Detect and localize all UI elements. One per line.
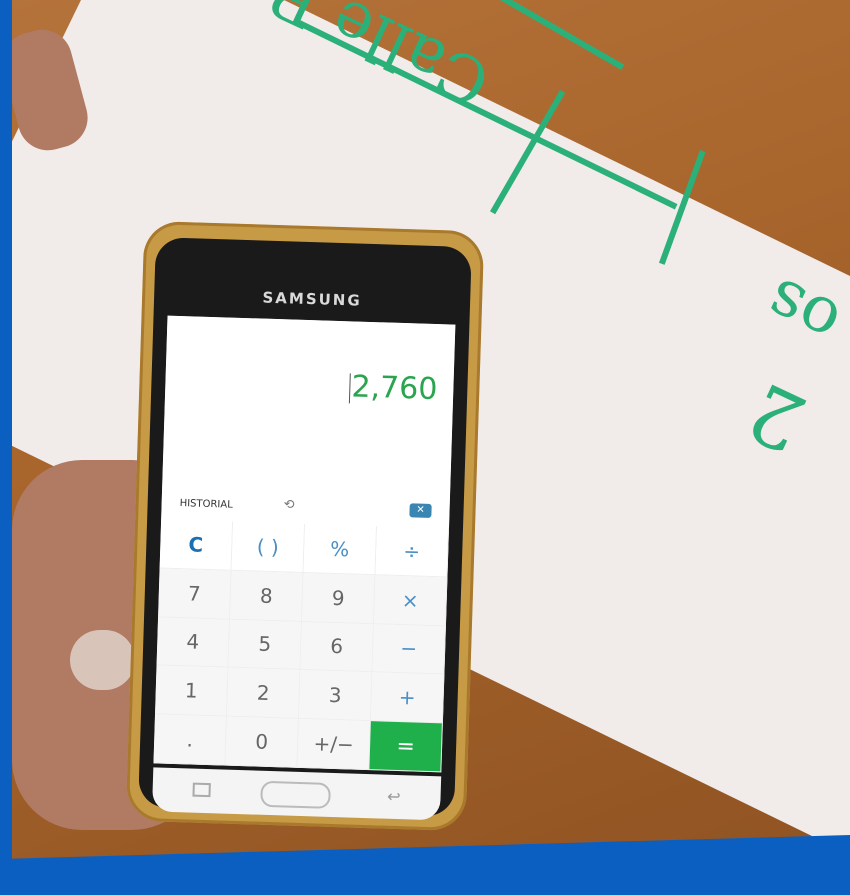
history-button[interactable]: HISTORIAL bbox=[179, 498, 232, 511]
decimal-button[interactable]: . bbox=[153, 714, 227, 766]
rotate-icon[interactable]: ⟲ bbox=[283, 497, 294, 512]
back-icon[interactable]: ↩ bbox=[387, 787, 401, 806]
thumb-nail bbox=[70, 630, 135, 690]
smartphone: SAMSUNG 2,760 HISTORIAL ⟲ ✕ C ( ) % ÷ 7 … bbox=[125, 220, 485, 832]
sign-toggle-button[interactable]: +/− bbox=[297, 719, 371, 771]
digit-8-button[interactable]: 8 bbox=[230, 570, 304, 622]
digit-2-button[interactable]: 2 bbox=[226, 668, 301, 720]
digit-1-button[interactable]: 1 bbox=[155, 665, 229, 717]
digit-9-button[interactable]: 9 bbox=[301, 572, 376, 624]
phone-nav-bar: ↩ bbox=[151, 767, 442, 821]
plus-button[interactable]: + bbox=[370, 672, 445, 724]
calculator-display: 2,760 bbox=[162, 315, 456, 495]
calculator-screen: 2,760 HISTORIAL ⟲ ✕ C ( ) % ÷ 7 8 9 × 4 bbox=[153, 315, 456, 773]
digit-7-button[interactable]: 7 bbox=[158, 568, 232, 620]
clear-button[interactable]: C bbox=[159, 519, 234, 571]
digit-4-button[interactable]: 4 bbox=[156, 617, 231, 669]
minus-button[interactable]: − bbox=[372, 623, 446, 675]
home-button[interactable] bbox=[260, 780, 331, 809]
digit-3-button[interactable]: 3 bbox=[298, 670, 373, 722]
parentheses-button[interactable]: ( ) bbox=[231, 521, 306, 573]
digit-6-button[interactable]: 6 bbox=[300, 621, 374, 673]
percent-button[interactable]: % bbox=[303, 524, 378, 576]
calculator-keypad: C ( ) % ÷ 7 8 9 × 4 5 6 − 1 2 3 + . 0 +/… bbox=[153, 519, 449, 773]
left-frame-bar bbox=[0, 0, 12, 883]
digit-0-button[interactable]: 0 bbox=[225, 716, 299, 768]
digit-5-button[interactable]: 5 bbox=[228, 619, 302, 671]
recent-apps-icon[interactable] bbox=[192, 782, 211, 798]
equals-button[interactable]: = bbox=[369, 721, 443, 773]
divide-button[interactable]: ÷ bbox=[375, 526, 449, 578]
phone-body: SAMSUNG 2,760 HISTORIAL ⟲ ✕ C ( ) % ÷ 7 … bbox=[138, 237, 472, 821]
phone-brand: SAMSUNG bbox=[262, 288, 362, 310]
display-value: 2,760 bbox=[349, 369, 438, 407]
photo-scene: Calle Real os 2 SAMSUNG 2,760 HISTORIAL … bbox=[0, 0, 850, 883]
display-number: 2,760 bbox=[350, 369, 438, 408]
multiply-button[interactable]: × bbox=[373, 575, 448, 627]
backspace-icon[interactable]: ✕ bbox=[409, 503, 432, 518]
